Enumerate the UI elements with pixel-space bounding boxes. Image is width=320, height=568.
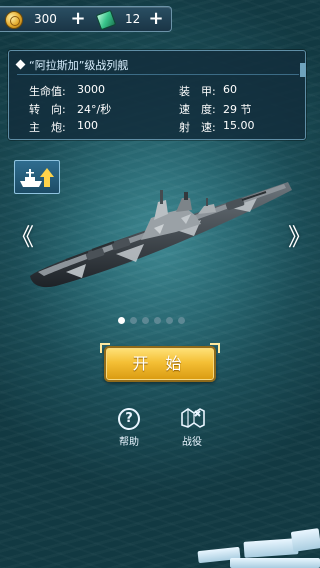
page-dot[interactable] xyxy=(130,317,137,324)
armor-value: 60 xyxy=(223,83,237,96)
ice-floe xyxy=(243,538,299,558)
campaign-icon[interactable] xyxy=(180,407,206,431)
coin-count: 300 xyxy=(34,12,57,26)
gem-icon xyxy=(95,9,117,31)
help-icon[interactable]: ? xyxy=(118,408,140,430)
hp-value: 3000 xyxy=(77,83,105,96)
help-label[interactable]: 帮助 xyxy=(109,433,149,448)
gun-value: 100 xyxy=(77,119,98,132)
start-button[interactable]: 开 始 xyxy=(104,346,216,382)
ship-title-row: “阿拉斯加”级战列舰 xyxy=(15,57,299,75)
add-coins-button[interactable]: + xyxy=(70,9,86,29)
diamond-icon xyxy=(15,59,26,70)
page-dot[interactable] xyxy=(154,317,161,324)
hp-label: 生命值: xyxy=(29,85,66,98)
ice-floe xyxy=(230,558,320,568)
ship-info-panel: “阿拉斯加”级战列舰 生命值: 3000 装 甲: 60 转 向: 24°/秒 … xyxy=(8,50,306,140)
campaign-label[interactable]: 战役 xyxy=(172,433,212,448)
rate-label: 射 速: xyxy=(179,121,216,134)
speed-value: 29 节 xyxy=(223,103,252,116)
armor-label: 装 甲: xyxy=(179,85,216,98)
rate-value: 15.00 xyxy=(223,119,255,132)
turn-value: 24°/秒 xyxy=(77,103,112,116)
page-dot[interactable] xyxy=(178,317,185,324)
turn-label: 转 向: xyxy=(29,103,66,116)
add-gems-button[interactable]: + xyxy=(148,9,164,29)
speed-label: 速 度: xyxy=(179,103,216,116)
start-frame-corner xyxy=(100,343,110,353)
start-frame-corner xyxy=(210,343,220,353)
page-dot-active[interactable] xyxy=(118,317,125,324)
page-dot[interactable] xyxy=(142,317,149,324)
panel-tab xyxy=(300,63,306,77)
start-label: 开 始 xyxy=(132,354,188,373)
gem-count: 12 xyxy=(125,12,141,26)
ship-name: “阿拉斯加”级战列舰 xyxy=(29,59,129,72)
carousel-dots xyxy=(118,317,185,325)
ice-floe xyxy=(290,528,320,552)
coin-icon xyxy=(5,11,23,29)
battleship-image xyxy=(30,182,292,288)
page-dot[interactable] xyxy=(166,317,173,324)
gun-label: 主 炮: xyxy=(29,121,66,134)
resource-bar: 300 + 12 + xyxy=(0,6,172,32)
